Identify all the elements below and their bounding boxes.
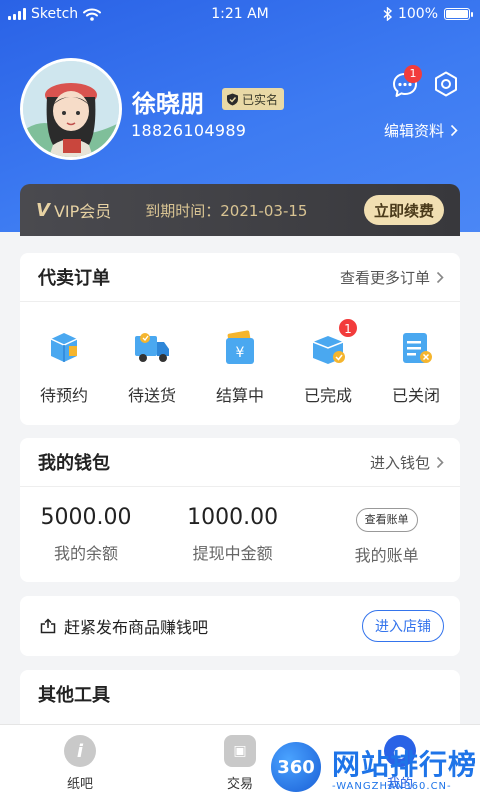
user-name: 徐晓朋 — [132, 90, 204, 118]
enter-wallet-label: 进入钱包 — [369, 453, 430, 472]
message-badge: 1 — [404, 65, 422, 83]
other-tools-header: 其他工具 — [20, 670, 460, 718]
order-status-settling[interactable]: ¥ 结算中 — [200, 326, 280, 406]
chevron-right-icon — [450, 124, 458, 137]
balance-amount: 5000.00 — [40, 505, 132, 530]
bill-block[interactable]: 查看账单 我的账单 — [313, 505, 460, 566]
bill-label: 我的账单 — [354, 546, 419, 565]
box-icon — [50, 333, 78, 362]
promo-card: 赶紧发布商品赚钱吧 进入店铺 — [20, 596, 460, 656]
tab-label: 纸吧 — [66, 777, 93, 792]
wallet-title: 我的钱包 — [38, 453, 110, 474]
view-more-orders-label: 查看更多订单 — [339, 268, 430, 287]
order-status-label: 已完成 — [303, 386, 352, 405]
edit-profile-label: 编辑资料 — [383, 122, 444, 140]
order-status-row: 待预约 待送货 ¥ 结算中 1 已完成 已关闭 — [20, 302, 460, 406]
other-tools-title: 其他工具 — [38, 685, 110, 706]
avatar[interactable] — [20, 58, 122, 160]
balance-label: 我的余额 — [53, 544, 118, 563]
orders-card: 代卖订单 查看更多订单 待预约 待送货 ¥ 结算中 1 已完成 已关闭 — [20, 253, 460, 425]
order-status-label: 已关闭 — [391, 386, 440, 405]
order-status-pending-delivery[interactable]: 待送货 — [112, 326, 192, 406]
enter-store-button[interactable]: 进入店铺 — [362, 610, 444, 642]
order-status-label: 结算中 — [215, 386, 264, 405]
info-icon: i — [64, 735, 96, 767]
wallet-yen-icon: ¥ — [226, 330, 254, 364]
order-status-label: 待预约 — [39, 386, 88, 405]
orders-header: 代卖订单 查看更多订单 — [20, 253, 460, 301]
wallet-icon: ▣ — [224, 735, 256, 767]
order-status-closed[interactable]: 已关闭 — [376, 326, 456, 406]
verified-label: 已实名 — [242, 92, 279, 107]
enter-wallet-link[interactable]: 进入钱包 — [370, 452, 444, 473]
withdrawing-label: 提现中金额 — [192, 544, 273, 563]
upload-icon — [40, 618, 56, 634]
promo-text: 赶紧发布商品赚钱吧 — [64, 618, 209, 637]
withdrawing-amount: 1000.00 — [187, 505, 279, 530]
settings-icon[interactable] — [432, 70, 460, 98]
status-bar: Sketch 1:21 AM 100% — [0, 0, 480, 30]
order-count-badge: 1 — [338, 318, 358, 338]
verified-badge: 已实名 — [222, 88, 285, 110]
wallet-header: 我的钱包 进入钱包 — [20, 438, 460, 486]
watermark-text: 网站排行榜 -WANGZHAN360.CN- — [332, 743, 477, 792]
wallet-card: 我的钱包 进入钱包 5000.00 我的余额 1000.00 提现中金额 查看账… — [20, 438, 460, 582]
svg-text:¥: ¥ — [236, 345, 245, 361]
chevron-right-icon — [436, 456, 444, 468]
balance-block[interactable]: 5000.00 我的余额 — [20, 505, 152, 566]
clipboard-closed-icon — [403, 333, 432, 363]
order-status-pending-appointment[interactable]: 待预约 — [24, 326, 104, 406]
bluetooth-icon — [383, 7, 392, 21]
view-more-orders-link[interactable]: 查看更多订单 — [340, 267, 444, 288]
vip-bar: V VIP会员 到期时间：2021-03-15 立即续费 — [20, 184, 460, 236]
watermark: 360 网站排行榜 -WANGZHAN360.CN- — [268, 734, 480, 800]
vip-crown-icon: V — [36, 199, 50, 221]
avatar-illustration — [23, 61, 119, 157]
watermark-logo: 360 — [268, 739, 324, 795]
vip-expire-date: 到期时间：2021-03-15 — [145, 201, 308, 220]
orders-title: 代卖订单 — [38, 268, 110, 289]
withdrawing-block[interactable]: 1000.00 提现中金额 — [152, 505, 313, 566]
tab-paper[interactable]: i 纸吧 — [40, 735, 120, 792]
verified-shield-icon — [227, 93, 238, 105]
phone-number: 18826104989 — [131, 121, 247, 140]
vip-label: VIP会员 — [53, 202, 112, 221]
status-right: 100% — [383, 6, 473, 22]
battery-icon — [444, 8, 473, 20]
order-status-completed[interactable]: 1 已完成 — [288, 318, 368, 406]
tab-label: 交易 — [226, 777, 253, 792]
chevron-right-icon — [436, 271, 444, 283]
order-status-label: 待送货 — [127, 386, 176, 405]
edit-profile-link[interactable]: 编辑资料 — [384, 120, 458, 141]
truck-icon — [135, 333, 169, 362]
watermark-title: 网站排行榜 — [332, 747, 478, 781]
renew-button[interactable]: 立即续费 — [363, 195, 444, 225]
wallet-summary-row: 5000.00 我的余额 1000.00 提现中金额 查看账单 我的账单 — [20, 487, 460, 566]
view-bill-chip[interactable]: 查看账单 — [355, 508, 418, 532]
battery-percent: 100% — [397, 6, 438, 22]
